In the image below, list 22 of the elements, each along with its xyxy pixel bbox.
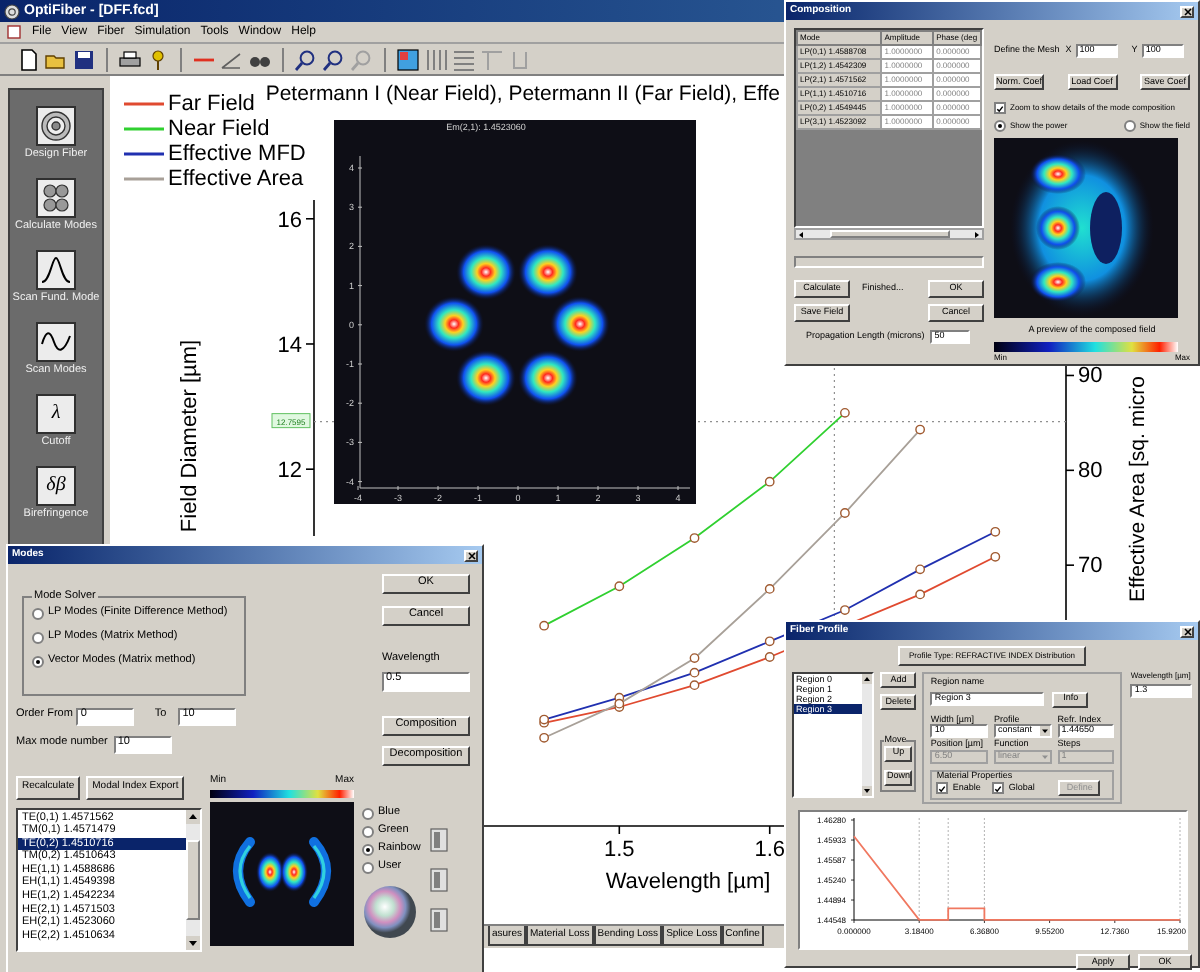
legend-item: Near Field: [124, 117, 270, 141]
tick-label: 1.5: [604, 838, 635, 862]
tick-label: 70: [1078, 554, 1103, 579]
tick-label: 12: [277, 459, 302, 484]
legend-label: Near Field: [168, 117, 270, 141]
axis-title: Effective Area [sq. micro: [1126, 376, 1150, 603]
tick-label: 16: [277, 208, 302, 233]
tick-label: 14: [277, 334, 302, 358]
legend-label: Far Field: [168, 92, 255, 116]
symbol-icon: λ: [51, 404, 61, 424]
tick-label: 1.6: [754, 838, 785, 862]
tick-label: 90: [1078, 364, 1103, 389]
axis-title: Wavelength [µm]: [605, 870, 771, 894]
tick-label: 80: [1078, 459, 1103, 484]
legend-item: Effective Area: [124, 167, 304, 191]
legend-item: Effective MFD: [124, 142, 306, 166]
legend-label: Effective Area: [168, 167, 306, 191]
chart-title: Petermann I (Near Field), Petermann II (Far Field), Effe: [265, 82, 780, 106]
legend-label: Effective MFD: [168, 142, 306, 166]
axis-title: Field Diameter [µm]: [178, 339, 202, 533]
symbol-icon: δβ: [46, 476, 66, 496]
legend-item: Far Field: [124, 92, 255, 116]
